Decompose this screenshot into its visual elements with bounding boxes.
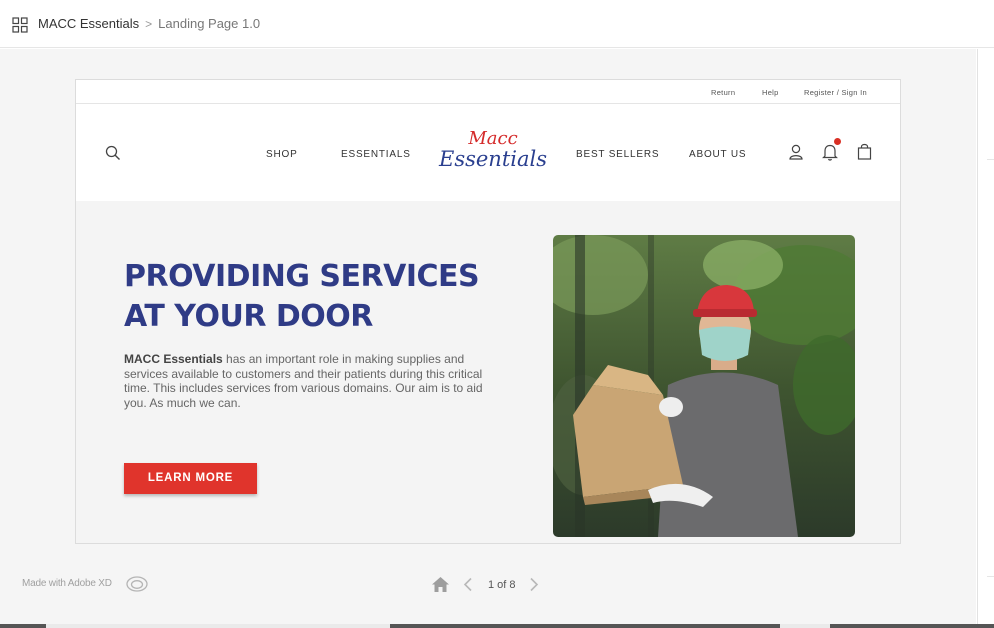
home-icon[interactable] [431, 576, 450, 593]
nav-shop[interactable]: SHOP [266, 149, 298, 160]
creative-cloud-icon [126, 576, 148, 592]
breadcrumb: MACC Essentials > Landing Page 1.0 [38, 16, 260, 31]
scrollbar-segment [830, 624, 994, 628]
logo-line1: Macc [468, 128, 518, 149]
notification-dot [834, 138, 841, 145]
right-panel [977, 49, 994, 624]
search-icon[interactable] [105, 145, 121, 161]
breadcrumb-page: Landing Page 1.0 [158, 16, 261, 31]
logo-line2: Essentials [438, 147, 547, 171]
user-icon[interactable] [789, 144, 803, 160]
main-nav: SHOP ESSENTIALS Macc Essentials BEST SEL… [76, 105, 900, 201]
hero-section: PROVIDING SERVICES AT YOUR DOOR MACC Ess… [76, 201, 900, 543]
scrollbar-segment [0, 624, 46, 628]
hero-title: PROVIDING SERVICES AT YOUR DOOR [124, 257, 524, 337]
hero-brand-name: MACC Essentials [124, 352, 223, 366]
bell-icon[interactable] [822, 143, 838, 161]
breadcrumb-separator: > [145, 16, 153, 31]
utility-bar: Return Help Register / Sign In [76, 80, 900, 104]
artboard: Return Help Register / Sign In SHOP ESSE… [75, 79, 901, 544]
chevron-right-icon[interactable] [528, 577, 540, 592]
learn-more-button[interactable]: LEARN MORE [124, 463, 257, 494]
chevron-left-icon[interactable] [462, 577, 474, 592]
bag-icon[interactable] [857, 143, 872, 160]
grid-icon[interactable] [12, 17, 28, 33]
horizontal-scrollbar[interactable] [0, 624, 994, 628]
site-logo[interactable]: Macc Essentials [438, 130, 548, 174]
hero-description: MACC Essentials has an important role in… [124, 352, 484, 410]
nav-about-us[interactable]: ABOUT US [689, 149, 746, 160]
scrollbar-thumb[interactable] [390, 624, 780, 628]
hero-title-line1: PROVIDING SERVICES [124, 259, 480, 294]
nav-best-sellers[interactable]: BEST SELLERS [576, 149, 659, 160]
breadcrumb-project[interactable]: MACC Essentials [38, 16, 139, 31]
return-link[interactable]: Return [711, 88, 735, 97]
register-signin-link[interactable]: Register / Sign In [804, 88, 867, 97]
panel-divider [987, 576, 994, 577]
delivery-person-image [553, 235, 855, 537]
nav-essentials[interactable]: ESSENTIALS [341, 149, 411, 160]
app-header: MACC Essentials > Landing Page 1.0 [0, 0, 994, 48]
hero-title-line2: AT YOUR DOOR [124, 299, 373, 334]
page-indicator: 1 of 8 [488, 579, 516, 591]
panel-divider [987, 159, 994, 160]
help-link[interactable]: Help [762, 88, 779, 97]
made-with-xd-label: Made with Adobe XD [22, 578, 112, 589]
